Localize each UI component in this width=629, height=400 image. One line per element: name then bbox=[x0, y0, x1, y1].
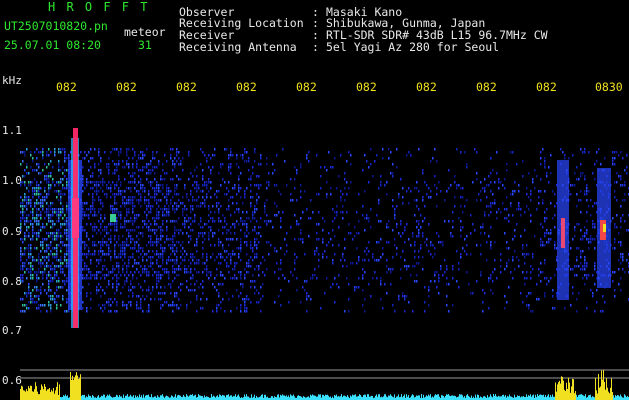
y-tick-label: 0.7 bbox=[2, 324, 22, 337]
meteor-echo-main bbox=[68, 128, 82, 328]
y-tick-label: 1.1 bbox=[2, 124, 22, 137]
y-axis-unit: kHz bbox=[2, 74, 22, 87]
x-tick-label: 0830 bbox=[595, 80, 623, 94]
x-tick-label: 082 bbox=[116, 80, 137, 94]
x-tick-label: 082 bbox=[296, 80, 317, 94]
power-baseline-lines bbox=[20, 369, 629, 379]
meteor-count: 31 bbox=[138, 38, 152, 52]
info-value-antenna: 5el Yagi Az 280 for Seoul bbox=[326, 40, 500, 54]
y-tick-label: 0.8 bbox=[2, 275, 22, 288]
info-separator: : bbox=[312, 40, 319, 54]
power-trace bbox=[20, 369, 629, 400]
image-filename: UT2507010820.pn bbox=[4, 19, 108, 33]
x-tick-label: 082 bbox=[56, 80, 77, 94]
x-tick-label: 082 bbox=[476, 80, 497, 94]
meteor-tag: meteor bbox=[124, 25, 166, 39]
y-tick-label: 0.9 bbox=[2, 225, 22, 238]
spectrogram-plot bbox=[20, 128, 629, 400]
x-tick-label: 082 bbox=[356, 80, 377, 94]
y-tick-label: 0.6 bbox=[2, 374, 22, 387]
info-label-antenna: Receiving Antenna bbox=[179, 40, 297, 54]
meteor-echo-right bbox=[557, 160, 611, 300]
timestamp: 25.07.01 08:20 bbox=[4, 38, 101, 52]
spectrogram-noise bbox=[20, 148, 629, 313]
y-tick-label: 1.0 bbox=[2, 174, 22, 187]
x-tick-label: 082 bbox=[236, 80, 257, 94]
x-tick-label: 082 bbox=[536, 80, 557, 94]
x-tick-label: 082 bbox=[176, 80, 197, 94]
spectrogram-blob bbox=[110, 214, 116, 222]
app-brand: H R O F F T bbox=[48, 0, 150, 14]
x-tick-label: 082 bbox=[416, 80, 437, 94]
